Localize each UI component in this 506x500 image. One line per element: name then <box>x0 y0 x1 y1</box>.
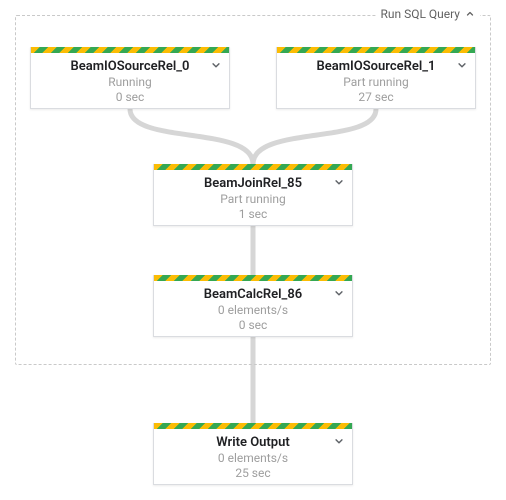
chevron-down-icon <box>209 58 223 72</box>
chevron-down-icon <box>332 434 346 448</box>
node-title: Write Output <box>162 435 344 451</box>
node-title: BeamCalcRel_86 <box>162 287 344 303</box>
node-beam-calc[interactable]: BeamCalcRel_86 0 elements/s 0 sec <box>153 275 353 337</box>
container-toggle[interactable]: Run SQL Query <box>376 7 480 21</box>
node-time: 25 sec <box>162 466 344 481</box>
expand-node-button[interactable] <box>332 433 346 452</box>
node-title: BeamIOSourceRel_0 <box>39 59 221 75</box>
container-title: Run SQL Query <box>380 7 460 21</box>
node-status: 0 elements/s <box>162 303 344 318</box>
expand-node-button[interactable] <box>209 57 223 76</box>
node-time: 27 sec <box>285 90 467 105</box>
node-beam-join[interactable]: BeamJoinRel_85 Part running 1 sec <box>153 164 353 226</box>
node-status: Running <box>39 75 221 90</box>
chevron-down-icon <box>332 175 346 189</box>
node-title: BeamIOSourceRel_1 <box>285 59 467 75</box>
node-status: 0 elements/s <box>162 451 344 466</box>
node-status: Part running <box>285 75 467 90</box>
node-write-output[interactable]: Write Output 0 elements/s 25 sec <box>153 423 353 485</box>
chevron-down-icon <box>455 58 469 72</box>
chevron-up-icon <box>464 8 476 20</box>
node-beam-io-source-1[interactable]: BeamIOSourceRel_1 Part running 27 sec <box>276 47 476 109</box>
node-beam-io-source-0[interactable]: BeamIOSourceRel_0 Running 0 sec <box>30 47 230 109</box>
node-time: 1 sec <box>162 207 344 222</box>
node-time: 0 sec <box>39 90 221 105</box>
expand-node-button[interactable] <box>455 57 469 76</box>
expand-node-button[interactable] <box>332 285 346 304</box>
node-time: 0 sec <box>162 318 344 333</box>
node-title: BeamJoinRel_85 <box>162 176 344 192</box>
node-status: Part running <box>162 192 344 207</box>
expand-node-button[interactable] <box>332 174 346 193</box>
chevron-down-icon <box>332 286 346 300</box>
